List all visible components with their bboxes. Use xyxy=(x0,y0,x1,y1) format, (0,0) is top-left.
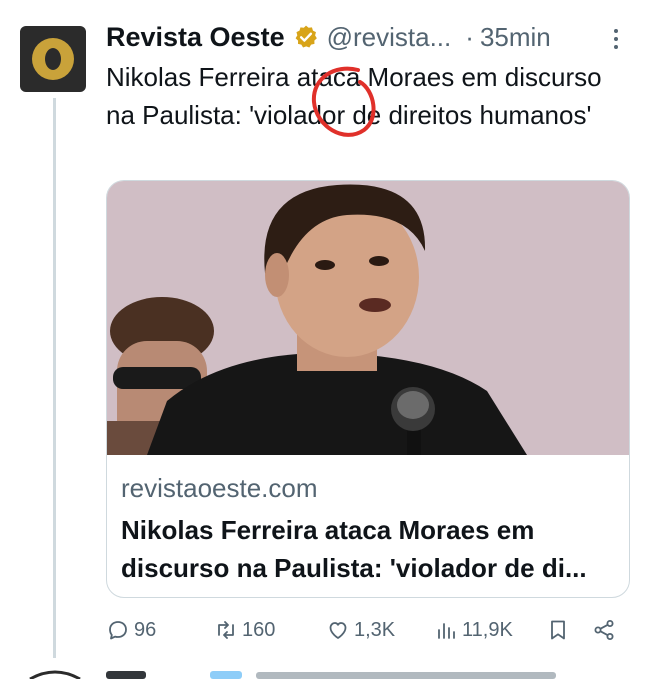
logo-hole xyxy=(45,48,61,70)
like-button[interactable]: 1,3K xyxy=(326,612,395,648)
card-title-line-1: Nikolas Ferreira ataca Moraes em xyxy=(121,515,535,545)
more-vertical-icon[interactable] xyxy=(606,22,626,56)
share-button[interactable] xyxy=(592,612,620,648)
heart-icon xyxy=(329,622,347,639)
separator-dot: · xyxy=(465,21,474,52)
verified-badge-icon[interactable] xyxy=(293,24,319,50)
retweet-count: 160 xyxy=(242,618,276,641)
avatar[interactable] xyxy=(20,26,86,92)
retweet-icon xyxy=(218,621,234,639)
article-photo[interactable] xyxy=(107,181,629,455)
views-count: 11,9K xyxy=(462,618,513,641)
reply-count: 96 xyxy=(134,618,157,641)
tweet-text: Nikolas Ferreira ataca Moraes em discurs… xyxy=(106,62,602,130)
author-handle[interactable]: @revista... xyxy=(327,22,452,53)
reply-icon xyxy=(109,621,127,640)
tweet-header: Revista Oeste @revista... · 35min xyxy=(106,19,626,55)
author-name[interactable]: Revista Oeste xyxy=(106,22,285,53)
share-icon xyxy=(594,620,614,640)
card-title: Nikolas Ferreira ataca Moraes em discurs… xyxy=(121,511,617,587)
thread-connector-line xyxy=(53,98,56,658)
views-button[interactable]: 11,9K xyxy=(434,612,513,648)
reply-button[interactable]: 96 xyxy=(106,612,156,648)
link-card[interactable]: revistaoeste.com Nikolas Ferreira ataca … xyxy=(106,180,630,598)
card-title-line-2: discurso na Paulista: 'violador de di... xyxy=(121,553,587,583)
next-tweet-partial xyxy=(29,670,556,679)
like-count: 1,3K xyxy=(354,618,396,641)
tweet-timestamp[interactable]: 35min xyxy=(480,22,551,53)
views-icon xyxy=(438,623,455,639)
card-domain: revistaoeste.com xyxy=(121,473,318,503)
action-bar: 96 160 1,3K 11,9K xyxy=(106,612,626,648)
retweet-button[interactable]: 160 xyxy=(214,612,275,648)
bookmark-button[interactable] xyxy=(546,612,574,648)
bookmark-icon xyxy=(551,620,565,640)
